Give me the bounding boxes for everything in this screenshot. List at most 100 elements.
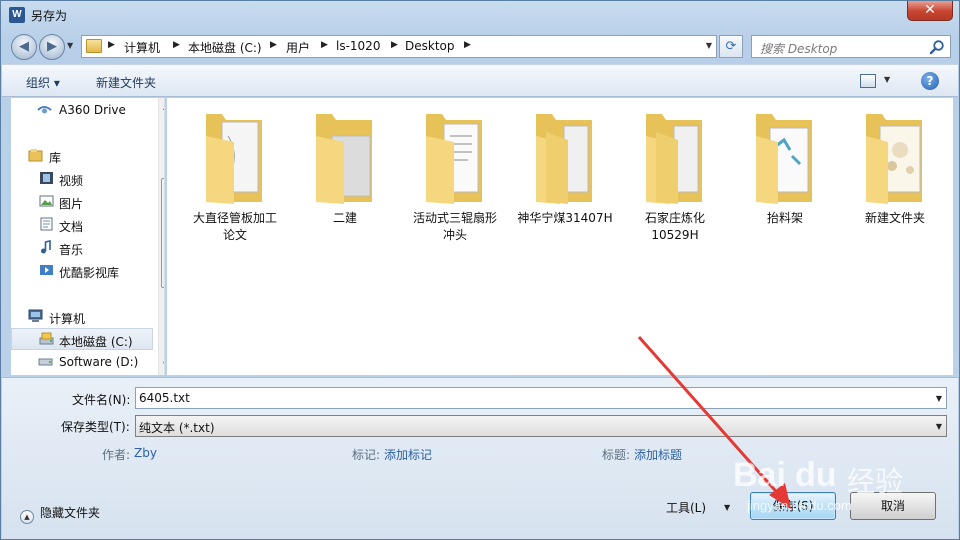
chevron-right-icon[interactable]: ▶ — [321, 40, 328, 50]
folder-item[interactable]: 大直径管板加工 论文 — [181, 106, 289, 242]
hide-folders-label: 隐藏文件夹 — [40, 506, 101, 520]
cancel-button[interactable]: 取消 — [850, 492, 936, 520]
folder-name: 活动式三辊扇形 冲头 — [412, 211, 497, 242]
filetype-label: 保存类型(T): — [61, 420, 130, 434]
scroll-down-arrow-icon[interactable]: ▼ — [163, 360, 164, 369]
nav-item-label: Software (D:) — [59, 355, 139, 369]
search-box[interactable]: 搜索 Desktop — [751, 35, 951, 58]
recent-locations-dropdown[interactable]: ▼ — [67, 41, 73, 50]
folder-icon — [206, 114, 262, 204]
address-dropdown[interactable]: ▼ — [706, 41, 712, 50]
documents-icon — [40, 217, 53, 231]
chevron-right-icon[interactable]: ▶ — [108, 40, 115, 50]
chevron-right-icon[interactable]: ▶ — [270, 40, 277, 50]
navigation-pane: A360 Drive 库 视频 图片 文档 音乐 优酷影视库 计算机 本地磁盘 … — [11, 98, 165, 375]
folder-icon — [866, 114, 922, 204]
nav-item-label: 优酷影视库 — [59, 266, 120, 280]
filename-input[interactable]: 6405.txt ▼ — [135, 387, 947, 409]
nav-item-youku-library[interactable]: 优酷影视库 — [11, 260, 153, 282]
breadcrumb-computer[interactable]: 计算机 — [124, 39, 160, 56]
filename-value: 6405.txt — [139, 391, 190, 405]
title-input[interactable]: 添加标题 — [634, 446, 682, 463]
chevron-down-icon[interactable]: ▼ — [936, 394, 942, 403]
command-bar: 组织 ▾ 新建文件夹 ▼ ? — [2, 64, 958, 97]
nav-item-local-disk[interactable]: 本地磁盘 (C:) — [11, 328, 153, 350]
library-icon — [28, 149, 43, 162]
tools-button[interactable]: 工具(L) — [666, 499, 706, 516]
save-button[interactable]: 保存(S) — [750, 492, 836, 520]
help-icon[interactable]: ? — [921, 72, 939, 90]
folder-name: 二建 — [332, 211, 357, 225]
new-folder-button[interactable]: 新建文件夹 — [96, 74, 156, 91]
nav-item-label: 计算机 — [49, 312, 86, 326]
folder-name: 抬料架 — [766, 211, 803, 225]
folder-icon — [316, 114, 372, 204]
tools-dropdown-icon[interactable]: ▼ — [724, 503, 730, 512]
nav-item-music[interactable]: 音乐 — [11, 237, 153, 259]
nav-item-a360-drive[interactable]: A360 Drive — [11, 99, 153, 121]
chevron-right-icon[interactable]: ▶ — [173, 40, 180, 50]
breadcrumb-users[interactable]: 用户 — [286, 39, 310, 56]
folder-item[interactable]: 二建 — [291, 106, 399, 241]
tags-input[interactable]: 添加标记 — [384, 446, 432, 463]
author-value[interactable]: Zby — [134, 446, 157, 460]
forward-button[interactable]: ▶ — [39, 34, 65, 60]
navpane-scrollbar[interactable]: ▲ ≡ ▼ — [158, 98, 164, 375]
author-label: 作者: — [102, 448, 131, 462]
title-bar[interactable]: W 另存为 ✕ — [1, 1, 959, 29]
nav-item-videos[interactable]: 视频 — [11, 168, 153, 190]
breadcrumb-desktop[interactable]: Desktop — [405, 39, 455, 53]
videos-icon — [40, 172, 53, 184]
nav-item-library[interactable]: 库 — [11, 145, 153, 167]
breadcrumb-user[interactable]: ls-1020 — [336, 39, 380, 53]
change-view-icon[interactable] — [860, 74, 876, 88]
save-as-dialog: W 另存为 ✕ ◀ ▶ ▼ ▶ 计算机 ▶ 本地磁盘 (C:) ▶ 用户 ▶ l… — [0, 0, 960, 540]
nav-item-label: 图片 — [59, 197, 84, 211]
breadcrumb-local-disk[interactable]: 本地磁盘 (C:) — [188, 39, 262, 56]
folder-name: 神华宁煤31407H — [517, 211, 613, 225]
view-options-dropdown[interactable]: ▼ — [884, 75, 890, 84]
folder-icon — [756, 114, 812, 204]
chevron-right-icon[interactable]: ▶ — [391, 40, 398, 50]
a360-drive-icon — [37, 106, 52, 114]
folder-item[interactable]: 神华宁煤31407H — [511, 106, 619, 241]
refresh-button[interactable]: ⟳ — [719, 35, 743, 58]
chevron-down-icon[interactable]: ▼ — [936, 422, 942, 431]
nav-item-label: 文档 — [59, 220, 84, 234]
nav-item-pictures[interactable]: 图片 — [11, 191, 153, 213]
search-icon[interactable] — [929, 39, 945, 55]
filetype-select[interactable]: 纯文本 (*.txt) ▼ — [135, 415, 947, 437]
save-options-panel: 文件名(N): 6405.txt ▼ 保存类型(T): 纯文本 (*.txt) … — [2, 377, 958, 539]
computer-icon — [28, 309, 43, 322]
hide-folders-toggle[interactable]: ▲ 隐藏文件夹 — [20, 504, 100, 524]
word-app-icon: W — [9, 7, 25, 23]
tags-label: 标记: — [352, 448, 381, 462]
scroll-up-arrow-icon[interactable]: ▲ — [163, 102, 164, 111]
organize-button[interactable]: 组织 ▾ — [26, 74, 60, 91]
file-list[interactable]: 大直径管板加工 论文 二建 活动式三辊扇形 冲头 神华宁煤31407H 石家庄炼… — [167, 98, 953, 375]
folder-item[interactable]: 抬料架 — [731, 106, 839, 241]
folder-item[interactable]: 活动式三辊扇形 冲头 — [401, 106, 509, 242]
search-input[interactable]: 搜索 Desktop — [760, 40, 837, 57]
folder-icon — [86, 39, 102, 53]
nav-item-documents[interactable]: 文档 — [11, 214, 153, 236]
close-button[interactable]: ✕ — [907, 1, 953, 21]
folder-icon — [646, 114, 702, 204]
nav-item-software-drive[interactable]: Software (D:) — [11, 351, 153, 373]
folder-icon — [426, 114, 482, 204]
nav-item-computer[interactable]: 计算机 — [11, 306, 153, 328]
folder-item[interactable]: 石家庄炼化 10529H — [621, 106, 729, 242]
back-button[interactable]: ◀ — [11, 34, 37, 60]
address-bar[interactable]: ▶ 计算机 ▶ 本地磁盘 (C:) ▶ 用户 ▶ ls-1020 ▶ Deskt… — [81, 35, 717, 58]
filetype-value: 纯文本 (*.txt) — [139, 421, 215, 435]
folder-icon — [536, 114, 592, 204]
folder-item[interactable]: 新建文件夹 — [841, 106, 949, 241]
filename-label: 文件名(N): — [72, 393, 131, 407]
nav-item-label: A360 Drive — [59, 103, 126, 117]
chevron-right-icon[interactable]: ▶ — [464, 40, 471, 50]
title-label: 标题: — [602, 448, 631, 462]
nav-item-label: 库 — [49, 151, 62, 165]
dialog-title: 另存为 — [31, 9, 68, 23]
nav-item-label: 本地磁盘 (C:) — [59, 335, 133, 349]
scrollbar-thumb[interactable]: ≡ — [161, 178, 164, 288]
